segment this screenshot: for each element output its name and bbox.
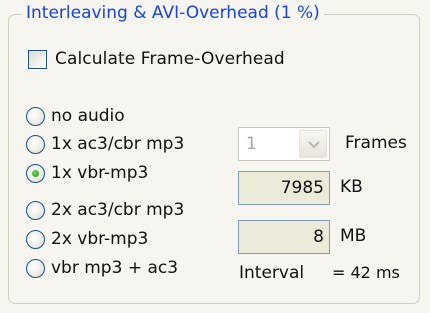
dropdown-button[interactable] [299,130,327,158]
radio-circle[interactable] [26,134,45,154]
radio-label: 1x vbr-mp3 [51,163,149,183]
mb-unit-label: MB [340,226,367,246]
radio-label: 2x ac3/cbr mp3 [51,200,185,220]
radio-circle[interactable] [26,106,45,126]
kb-unit-label: KB [340,177,363,197]
checkbox-box[interactable] [28,49,47,69]
frames-combobox[interactable]: 1 [238,127,330,161]
radio-label: vbr mp3 + ac3 [51,258,179,278]
radio-2x-ac3-cbr-mp3[interactable]: 2x ac3/cbr mp3 [26,200,184,220]
radio-label: 2x vbr-mp3 [51,229,149,249]
radio-vbr-mp3-ac3[interactable]: vbr mp3 + ac3 [26,258,178,278]
interval-label: Interval [239,263,305,283]
group-title: Interleaving & AVI-Overhead (1 %) [22,3,324,23]
checkbox-label: Calculate Frame-Overhead [55,49,285,69]
radio-label: no audio [51,106,125,126]
size-mb-field: 8 [238,220,330,254]
frames-value: 1 [246,134,257,154]
size-kb-field: 7985 [238,171,330,205]
chevron-down-icon [308,141,320,149]
radio-circle-selected[interactable] [26,163,45,183]
radio-no-audio[interactable]: no audio [26,106,125,126]
radio-circle[interactable] [26,229,45,249]
radio-1x-ac3-cbr-mp3[interactable]: 1x ac3/cbr mp3 [26,134,184,154]
interval-value: = 42 ms [332,263,400,282]
radio-2x-vbr-mp3[interactable]: 2x vbr-mp3 [26,229,148,249]
radio-circle[interactable] [26,200,45,220]
calculate-frame-overhead-checkbox[interactable]: Calculate Frame-Overhead [28,49,285,69]
frames-unit-label: Frames [345,133,407,153]
radio-1x-vbr-mp3[interactable]: 1x vbr-mp3 [26,163,148,183]
radio-label: 1x ac3/cbr mp3 [51,134,185,154]
radio-circle[interactable] [26,258,45,278]
